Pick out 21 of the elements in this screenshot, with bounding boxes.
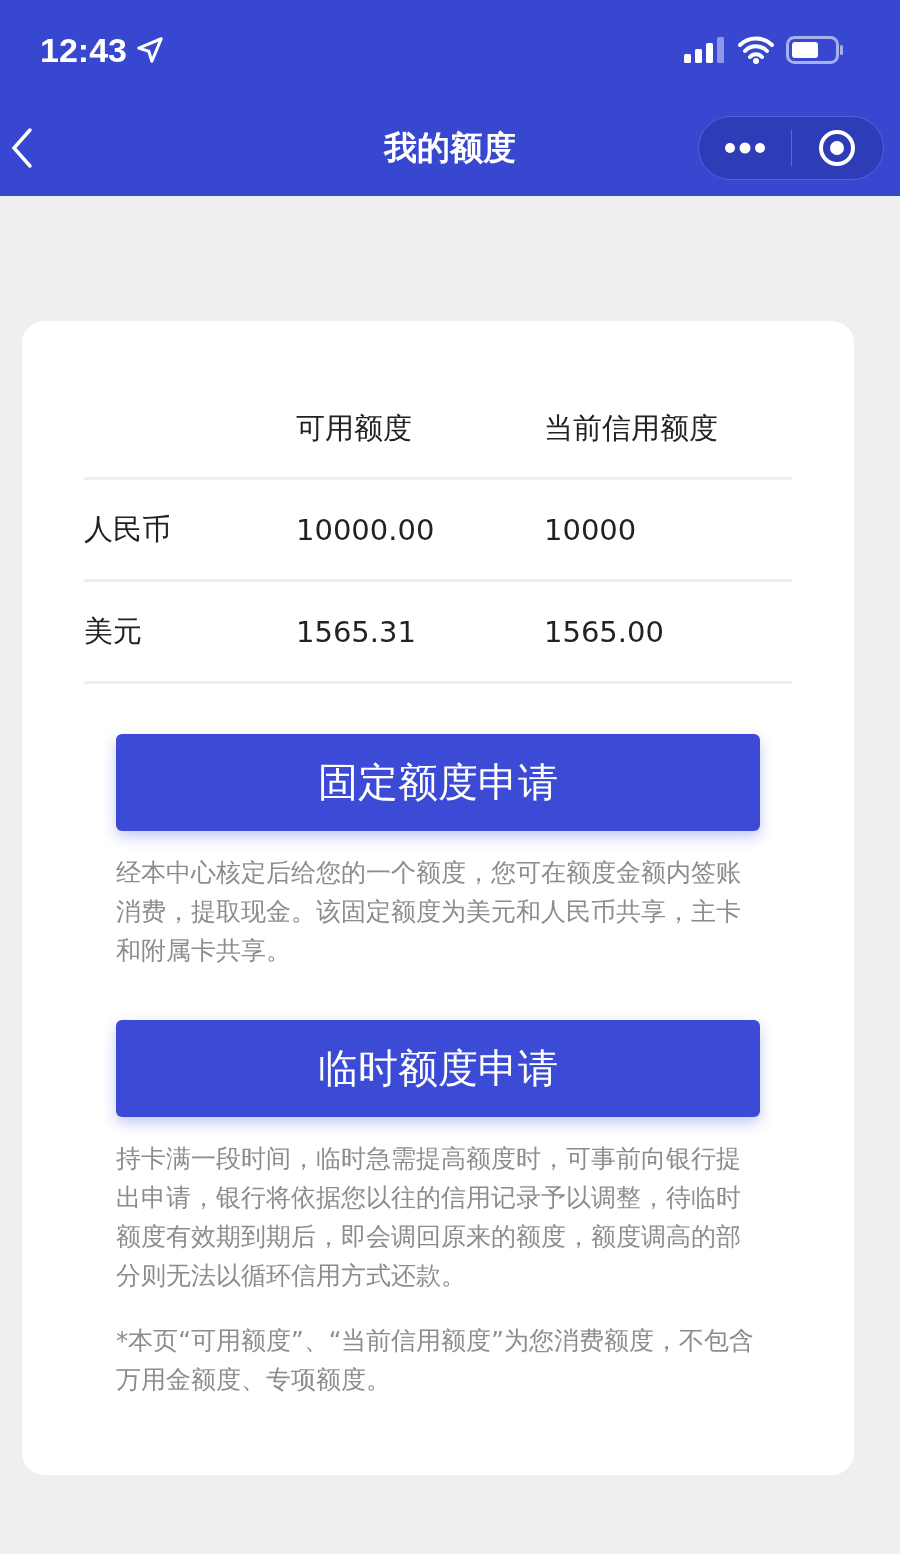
location-arrow-icon — [134, 35, 165, 65]
currency-cell-text: 美元 — [84, 612, 143, 650]
more-icon[interactable] — [723, 142, 766, 154]
apply-button[interactable]: 临时额度申请 — [116, 1020, 760, 1117]
clock-time: 12:43 — [40, 30, 127, 70]
currency-cell-text: 人民币 — [84, 510, 172, 548]
description-text: 经本中心核定后给您的一个额度，您可在额度金额内签账消费，提取现金。该固定额度为美元和人民币共享，主卡和附属卡共享。 — [116, 857, 742, 967]
available-cell-text: 1565.31 — [296, 614, 417, 649]
credit-cell-text: 10000 — [544, 512, 638, 547]
wifi-icon — [738, 36, 774, 64]
close-target-icon[interactable] — [817, 128, 858, 168]
battery-icon — [786, 36, 844, 64]
credit-cell-text: 1565.00 — [544, 614, 665, 649]
apply-button[interactable]: 固定额度申请 — [116, 734, 760, 831]
signal-icon — [684, 37, 726, 63]
column-header: 当前信用额度 — [544, 410, 719, 447]
page-title: 我的额度 — [384, 127, 516, 167]
available-cell-text: 10000.00 — [296, 512, 436, 547]
description-text: 持卡满一段时间，临时急需提高额度时，可事前向银行提出申请，银行将依据您以往的信用记录予以调整，待临时额度有效期到期后，即会调回原来的额度，额度调高的部分则无法以循环信用方式还款。 — [116, 1143, 742, 1292]
column-header: 可用额度 — [296, 410, 413, 447]
note-text: *本页“可用额度”、“当前信用额度”为您消费额度，不包含万用金额度、专项额度。 — [116, 1325, 756, 1396]
